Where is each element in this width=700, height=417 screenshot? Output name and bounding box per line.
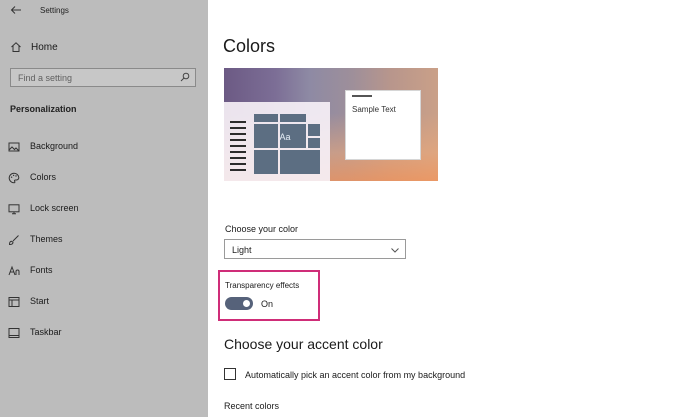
toggle-knob <box>243 300 250 307</box>
home-label: Home <box>31 42 58 53</box>
sidebar-item-label: Start <box>30 296 50 306</box>
picture-icon <box>8 142 20 152</box>
preview-start-menu: Aa <box>224 102 330 181</box>
recent-colors-label: Recent colors <box>224 401 280 411</box>
choose-color-label: Choose your color <box>225 224 299 234</box>
auto-accent-label: Automatically pick an accent color from … <box>245 370 466 380</box>
sidebar-item-taskbar[interactable]: Taskbar <box>8 322 203 353</box>
sidebar-item-fonts[interactable]: Fonts <box>8 260 203 291</box>
transparency-state: On <box>261 299 274 309</box>
page-title: Colors <box>223 36 276 56</box>
sidebar-item-label: Taskbar <box>30 327 62 337</box>
home-icon <box>11 42 21 52</box>
sidebar: Settings Home Personalization Backgroun <box>0 0 208 417</box>
sidebar-item-colors[interactable]: Colors <box>8 167 203 198</box>
taskbar-icon <box>8 328 20 338</box>
theme-preview: Aa Sample Text <box>224 68 438 181</box>
sidebar-item-label: Lock screen <box>30 203 79 213</box>
transparency-toggle[interactable] <box>225 297 253 310</box>
sidebar-item-label: Fonts <box>30 265 53 275</box>
monitor-icon <box>8 204 20 215</box>
search-input[interactable] <box>11 69 171 86</box>
search-box <box>10 68 196 87</box>
preview-sample-window: Sample Text <box>345 90 421 160</box>
transparency-label: Transparency effects <box>225 281 300 290</box>
back-arrow-icon[interactable] <box>10 4 22 16</box>
sidebar-item-label: Themes <box>30 234 63 244</box>
highlight-box <box>218 270 320 321</box>
window-title: Settings <box>40 6 69 15</box>
sidebar-item-themes[interactable]: Themes <box>8 229 203 260</box>
choose-color-value: Light <box>232 245 252 255</box>
title-bar: Settings <box>0 0 208 24</box>
palette-icon <box>8 172 20 184</box>
choose-color-dropdown[interactable]: Light <box>224 239 406 259</box>
start-icon <box>8 297 20 307</box>
section-header: Personalization <box>10 104 77 114</box>
sidebar-nav: Background Colors Lock screen Themes Fon… <box>8 136 203 353</box>
main-content: Colors Aa Sample Text Choose your color … <box>208 0 700 417</box>
sidebar-item-label: Colors <box>30 172 57 182</box>
accent-color-heading: Choose your accent color <box>224 336 383 352</box>
font-icon <box>8 265 20 276</box>
preview-sample-text: Sample Text <box>352 105 396 114</box>
search-icon[interactable] <box>180 72 190 82</box>
auto-accent-checkbox[interactable] <box>224 368 236 380</box>
preview-tile-label: Aa <box>279 132 291 142</box>
sidebar-item-start[interactable]: Start <box>8 291 203 322</box>
chevron-down-icon <box>391 248 399 253</box>
settings-window: Settings Home Personalization Backgroun <box>0 0 700 417</box>
sidebar-item-background[interactable]: Background <box>8 136 203 167</box>
sidebar-item-label: Background <box>30 141 79 151</box>
sidebar-item-lock-screen[interactable]: Lock screen <box>8 198 203 229</box>
brush-icon <box>8 235 19 246</box>
